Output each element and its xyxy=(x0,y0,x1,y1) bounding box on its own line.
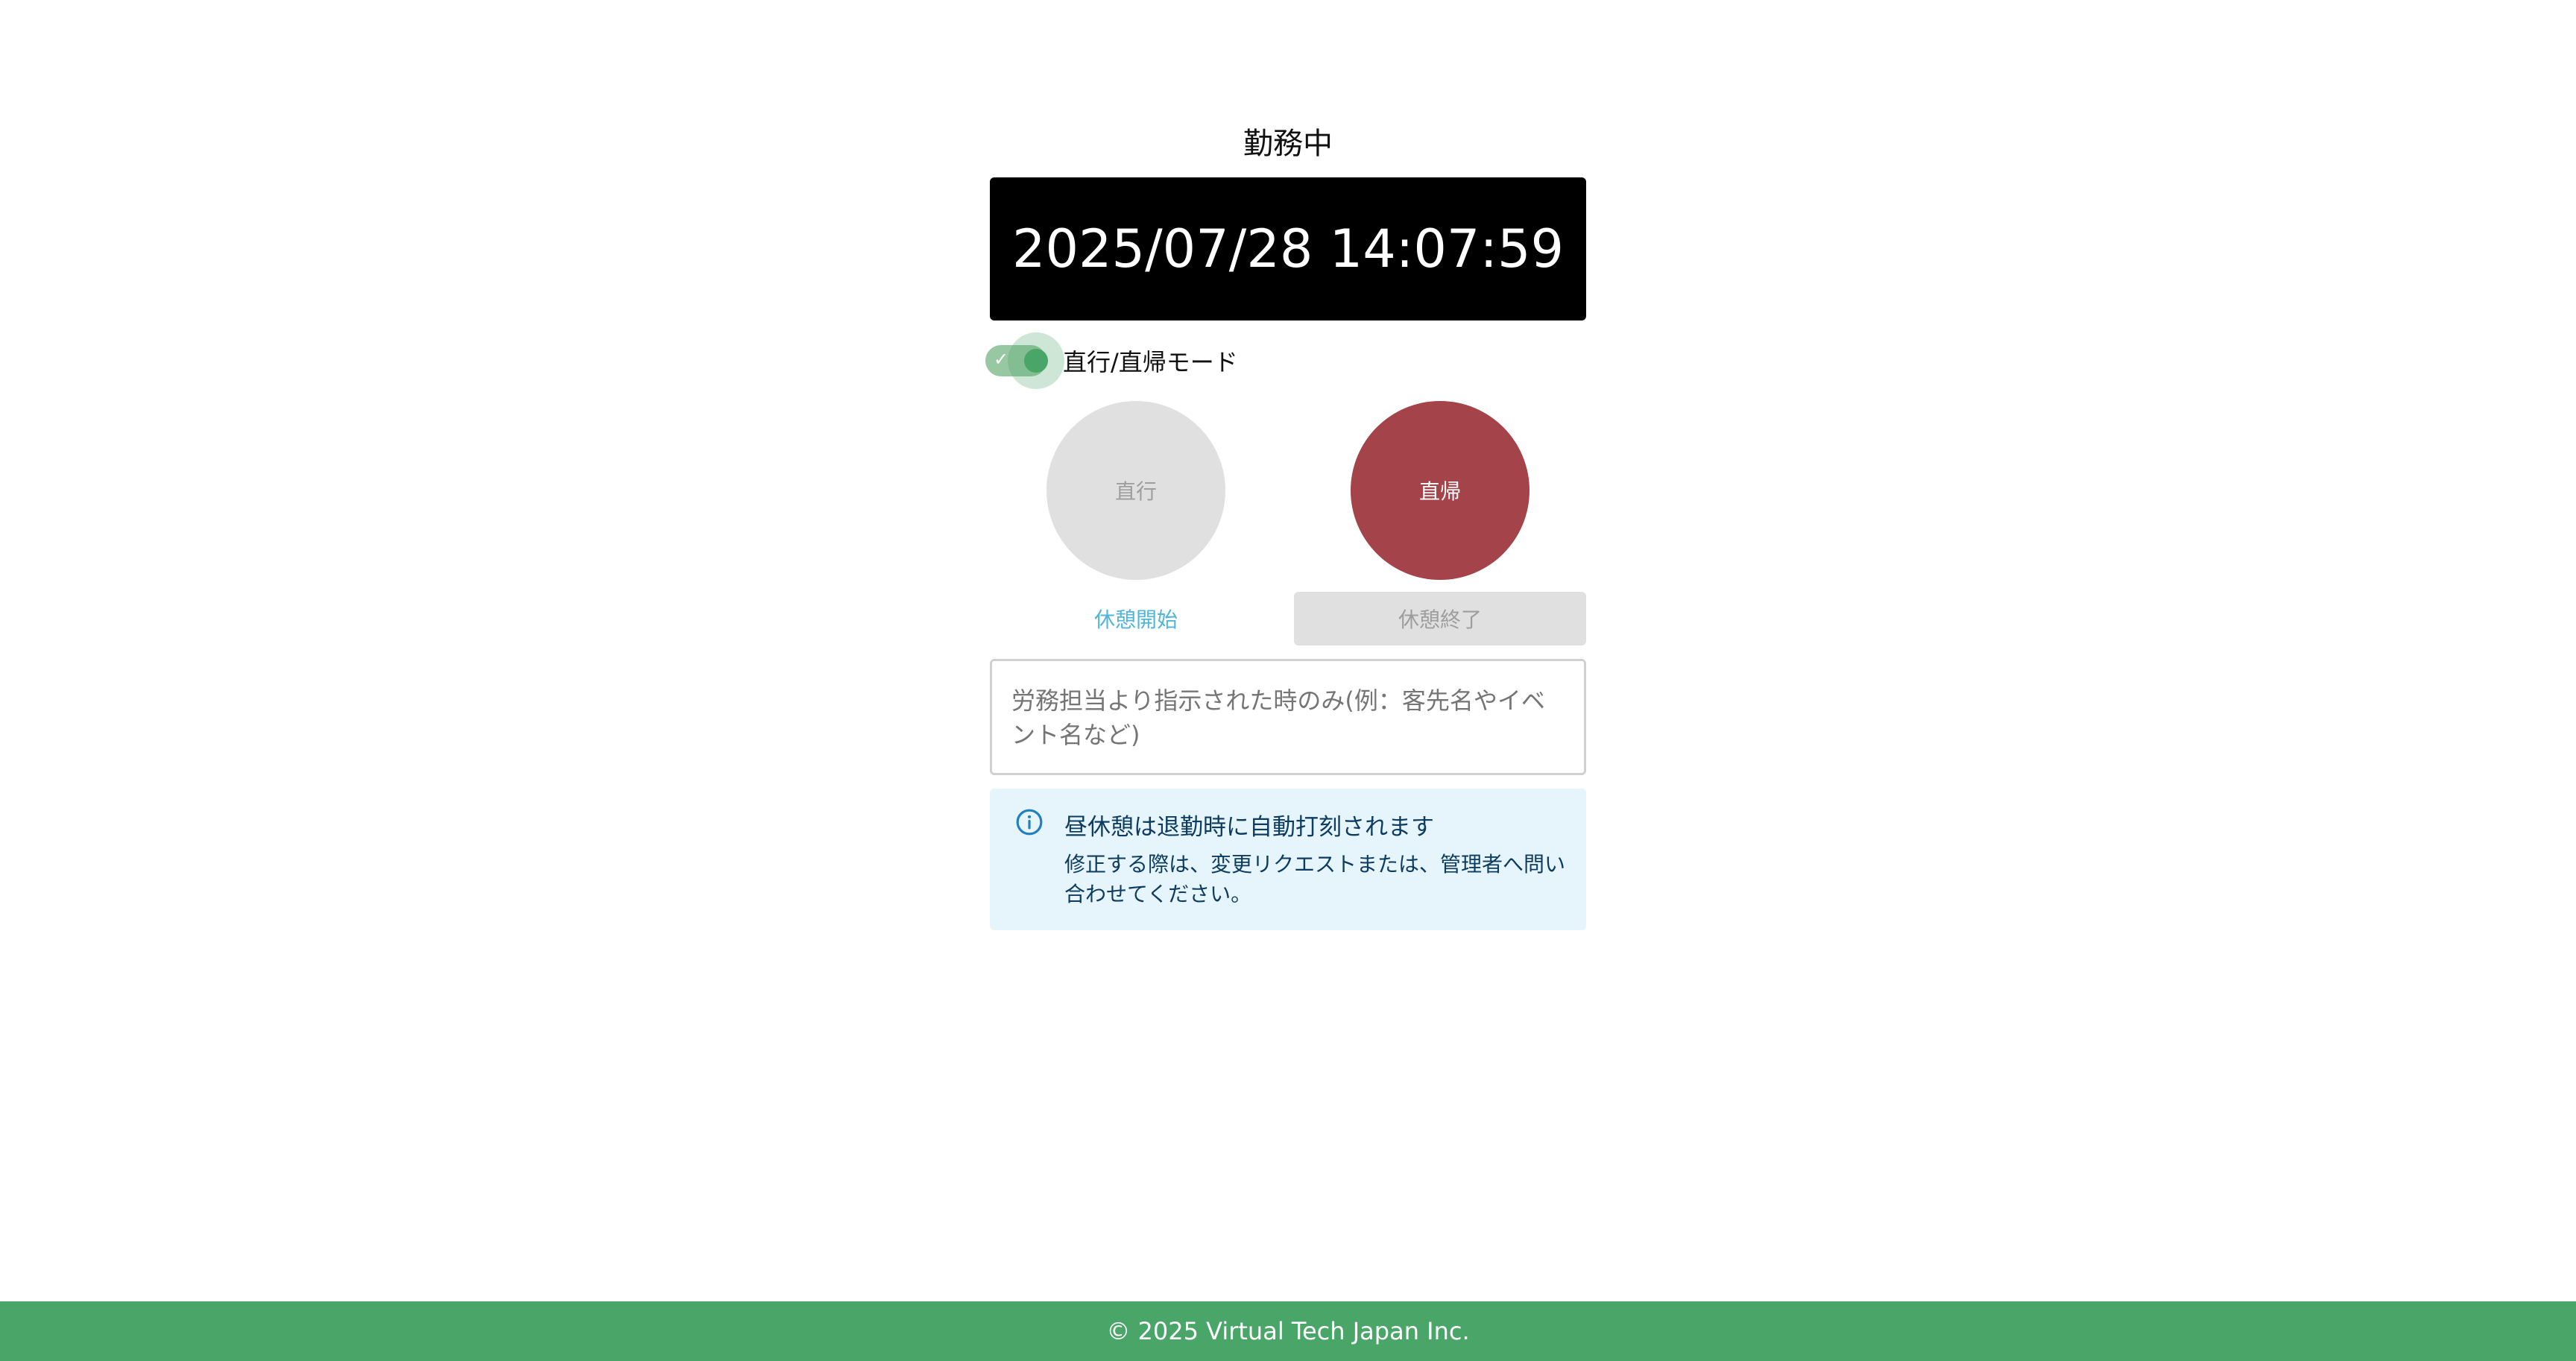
direct-return-button[interactable]: 直帰 xyxy=(1351,401,1530,580)
attendance-page: 勤務中 2025/07/28 14:07:59 ✓ 直行/直帰モード 直行 直帰… xyxy=(0,0,2576,1361)
direct-go-button[interactable]: 直行 xyxy=(1046,401,1225,580)
check-icon: ✓ xyxy=(994,349,1009,370)
info-alert: 昼休憩は退勤時に自動打刻されます 修正する際は、変更リクエストまたは、管理者へ問… xyxy=(990,789,1586,930)
direct-mode-toggle-row[interactable]: ✓ 直行/直帰モード xyxy=(985,332,1238,389)
break-start-button[interactable]: 休憩開始 xyxy=(990,592,1282,645)
direct-mode-toggle[interactable]: ✓ xyxy=(985,332,1064,389)
clock-display: 2025/07/28 14:07:59 xyxy=(990,177,1586,320)
info-icon xyxy=(1016,809,1043,836)
copyright-text: © 2025 Virtual Tech Japan Inc. xyxy=(1106,1317,1470,1345)
toggle-knob[interactable] xyxy=(1024,349,1048,373)
info-title: 昼休憩は退勤時に自動打刻されます xyxy=(1064,814,1434,841)
note-input[interactable] xyxy=(990,659,1586,775)
footer: © 2025 Virtual Tech Japan Inc. xyxy=(0,1301,2576,1361)
direct-mode-label: 直行/直帰モード xyxy=(1063,348,1238,376)
break-end-button[interactable]: 休憩終了 xyxy=(1294,592,1586,645)
info-body: 修正する際は、変更リクエストまたは、管理者へ問い合わせてください。 xyxy=(1064,852,1566,906)
work-status-title: 勤務中 xyxy=(1243,127,1333,161)
